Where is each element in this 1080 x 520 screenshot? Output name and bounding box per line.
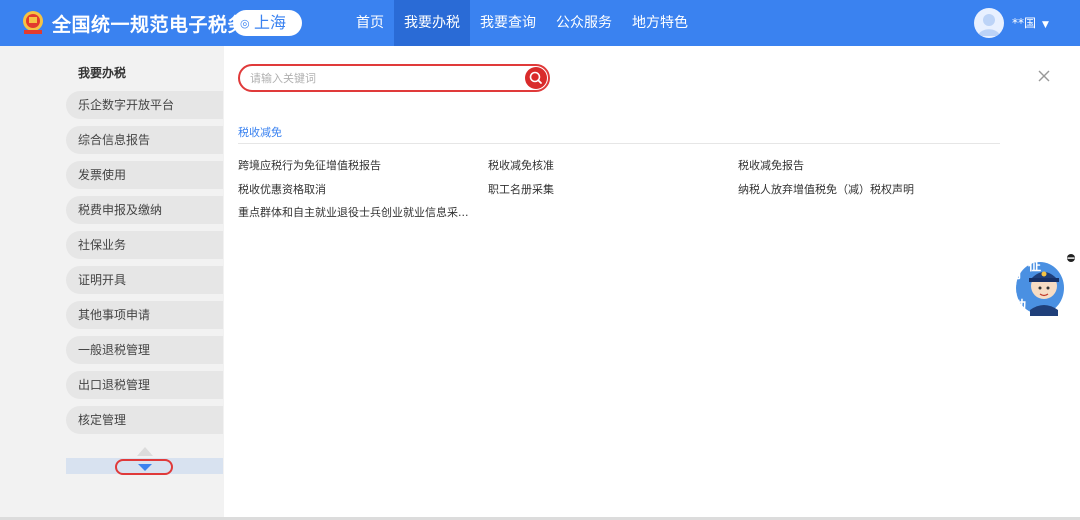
location-pin-icon: ◎: [240, 17, 250, 30]
search-input[interactable]: [250, 68, 520, 88]
mascot-char-2: 纳: [1008, 266, 1021, 282]
link-employee-roster[interactable]: 职工名册采集: [488, 181, 554, 197]
nav-query[interactable]: 我要查询: [470, 0, 546, 46]
nav-local-features[interactable]: 地方特色: [622, 0, 698, 46]
link-vat-exemption-waiver[interactable]: 纳税人放弃增值税免（减）税权声明: [738, 181, 914, 197]
link-preferential-qualification-cancel[interactable]: 税收优惠资格取消: [238, 181, 326, 197]
main-nav: 首页 我要办税 我要查询 公众服务 地方特色: [346, 0, 698, 46]
region-selector[interactable]: ◎ 上海: [233, 10, 302, 36]
sidebar-item-info-report[interactable]: 综合信息报告: [66, 126, 223, 154]
mascot-char-4: 动: [1013, 299, 1026, 314]
scroll-down-button[interactable]: [115, 459, 173, 475]
mascot-char-3: 互: [1004, 283, 1017, 298]
sidebar-item-invoice-use[interactable]: 发票使用: [66, 161, 223, 189]
close-icon[interactable]: [1036, 68, 1052, 84]
top-navigation-bar: 全国统一规范电子税务局 ◎ 上海 首页 我要办税 我要查询 公众服务 地方特色 *…: [0, 0, 1080, 46]
sidebar: 我要办税 乐企数字开放平台 综合信息报告 发票使用 税费申报及缴纳 社保业务 证…: [0, 46, 224, 520]
sidebar-item-certificate[interactable]: 证明开具: [66, 266, 223, 294]
tax-emblem-icon[interactable]: [20, 9, 46, 35]
mascot-char-1: 征: [1028, 258, 1041, 274]
mascot-icon: 征 纳 互 动: [1004, 254, 1075, 316]
username-label: **国: [1012, 16, 1037, 30]
interaction-mascot[interactable]: 征 纳 互 动: [1000, 252, 1078, 318]
nav-public-services[interactable]: 公众服务: [546, 0, 622, 46]
search-button[interactable]: [525, 67, 547, 89]
scroll-up-icon[interactable]: [137, 447, 153, 456]
nav-tax-services[interactable]: 我要办税: [394, 0, 470, 46]
sidebar-item-other-requests[interactable]: 其他事项申请: [66, 301, 223, 329]
link-tax-relief-report[interactable]: 税收减免报告: [738, 157, 804, 173]
sidebar-item-social-security[interactable]: 社保业务: [66, 231, 223, 259]
link-tax-relief-approval[interactable]: 税收减免核准: [488, 157, 554, 173]
sidebar-item-general-refund[interactable]: 一般退税管理: [66, 336, 223, 364]
link-veteran-employment-info[interactable]: 重点群体和自主就业退役士兵创业就业信息采...: [238, 204, 469, 220]
sidebar-title: 我要办税: [78, 66, 127, 80]
link-cross-border-vat-exemption[interactable]: 跨境应税行为免征增值税报告: [238, 157, 381, 173]
triangle-down-icon: [138, 464, 152, 471]
section-divider: [238, 143, 1000, 144]
nav-home[interactable]: 首页: [346, 0, 394, 46]
user-menu[interactable]: **国 ▼: [1012, 0, 1049, 46]
search-box: [238, 64, 550, 92]
region-label: 上海: [254, 13, 287, 32]
section-title: 税收减免: [238, 126, 282, 139]
chevron-down-icon: ▼: [1042, 20, 1049, 30]
user-avatar-icon[interactable]: [974, 8, 1004, 38]
sidebar-item-leqi-platform[interactable]: 乐企数字开放平台: [66, 91, 223, 119]
sidebar-item-export-refund[interactable]: 出口退税管理: [66, 371, 223, 399]
search-icon: [529, 71, 542, 84]
sidebar-item-assessment[interactable]: 核定管理: [66, 406, 223, 434]
sidebar-item-tax-filing[interactable]: 税费申报及缴纳: [66, 196, 223, 224]
